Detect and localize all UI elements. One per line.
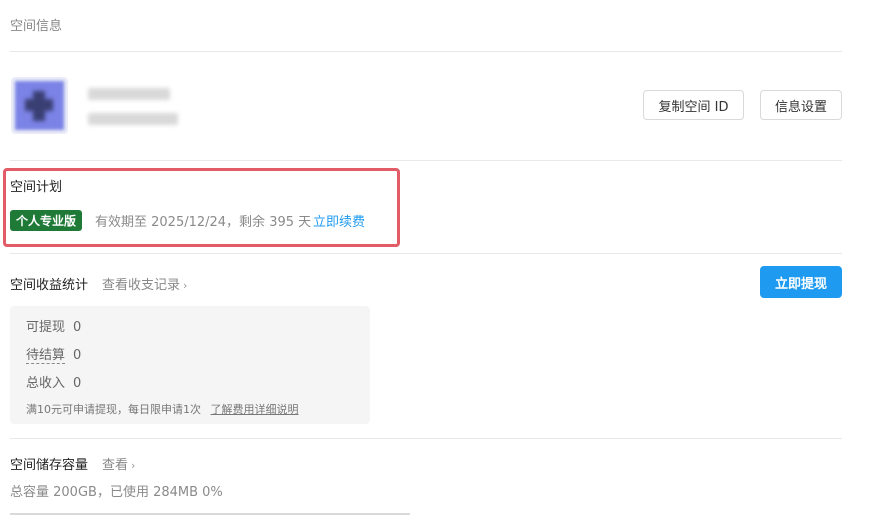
stat-label: 可提现 (26, 320, 66, 335)
stat-row-withdrawable: 可提现 0 (26, 316, 81, 335)
space-desc-blurred (88, 113, 178, 125)
divider (10, 51, 842, 52)
stat-row-pending: 待结算 0 (26, 344, 82, 364)
storage-summary: 总容量 200GB，已使用 284MB 0% (10, 485, 223, 500)
stat-value: 0 (73, 376, 82, 391)
stat-row-total: 总收入 0 (26, 372, 81, 391)
info-settings-button[interactable]: 信息设置 (760, 90, 842, 120)
page-title: 空间信息 (10, 19, 63, 34)
withdraw-button[interactable]: 立即提现 (760, 266, 842, 298)
chevron-right-icon: › (131, 459, 136, 472)
avatar[interactable] (11, 77, 68, 134)
records-link[interactable]: 查看收支记录 › (102, 274, 187, 293)
chevron-right-icon: › (183, 279, 188, 292)
stat-label[interactable]: 待结算 (26, 348, 66, 364)
plan-highlight-box (3, 168, 400, 247)
divider (10, 253, 842, 254)
storage-usage-bar (10, 513, 410, 515)
fee-details-link[interactable]: 了解费用详细说明 (211, 403, 299, 416)
plan-validity: 有效期至 2025/12/24，剩余 395 天 (95, 215, 312, 230)
stat-value: 0 (73, 320, 82, 335)
renew-link[interactable]: 立即续费 (313, 211, 365, 230)
withdraw-note-row: 满10元可申请提现，每日限申请1次 了解费用详细说明 (26, 401, 299, 417)
income-title: 空间收益统计 (10, 278, 89, 293)
divider (10, 160, 842, 161)
plan-badge: 个人专业版 (10, 210, 83, 231)
storage-view-label: 查看 (102, 458, 129, 473)
plan-title: 空间计划 (10, 180, 63, 195)
divider (10, 438, 842, 439)
records-link-label: 查看收支记录 (102, 278, 181, 293)
withdraw-note: 满10元可申请提现，每日限申请1次 (26, 403, 201, 416)
space-name-blurred (88, 88, 170, 100)
copy-space-id-button[interactable]: 复制空间 ID (643, 90, 744, 120)
storage-view-link[interactable]: 查看 › (102, 454, 135, 473)
stat-value: 0 (73, 348, 82, 363)
stat-label: 总收入 (26, 376, 66, 391)
storage-title: 空间储存容量 (10, 458, 89, 473)
income-stats-panel: 可提现 0 待结算 0 总收入 0 满10元可申请提现，每日限申请1次 了解费用详细说… (10, 306, 370, 424)
